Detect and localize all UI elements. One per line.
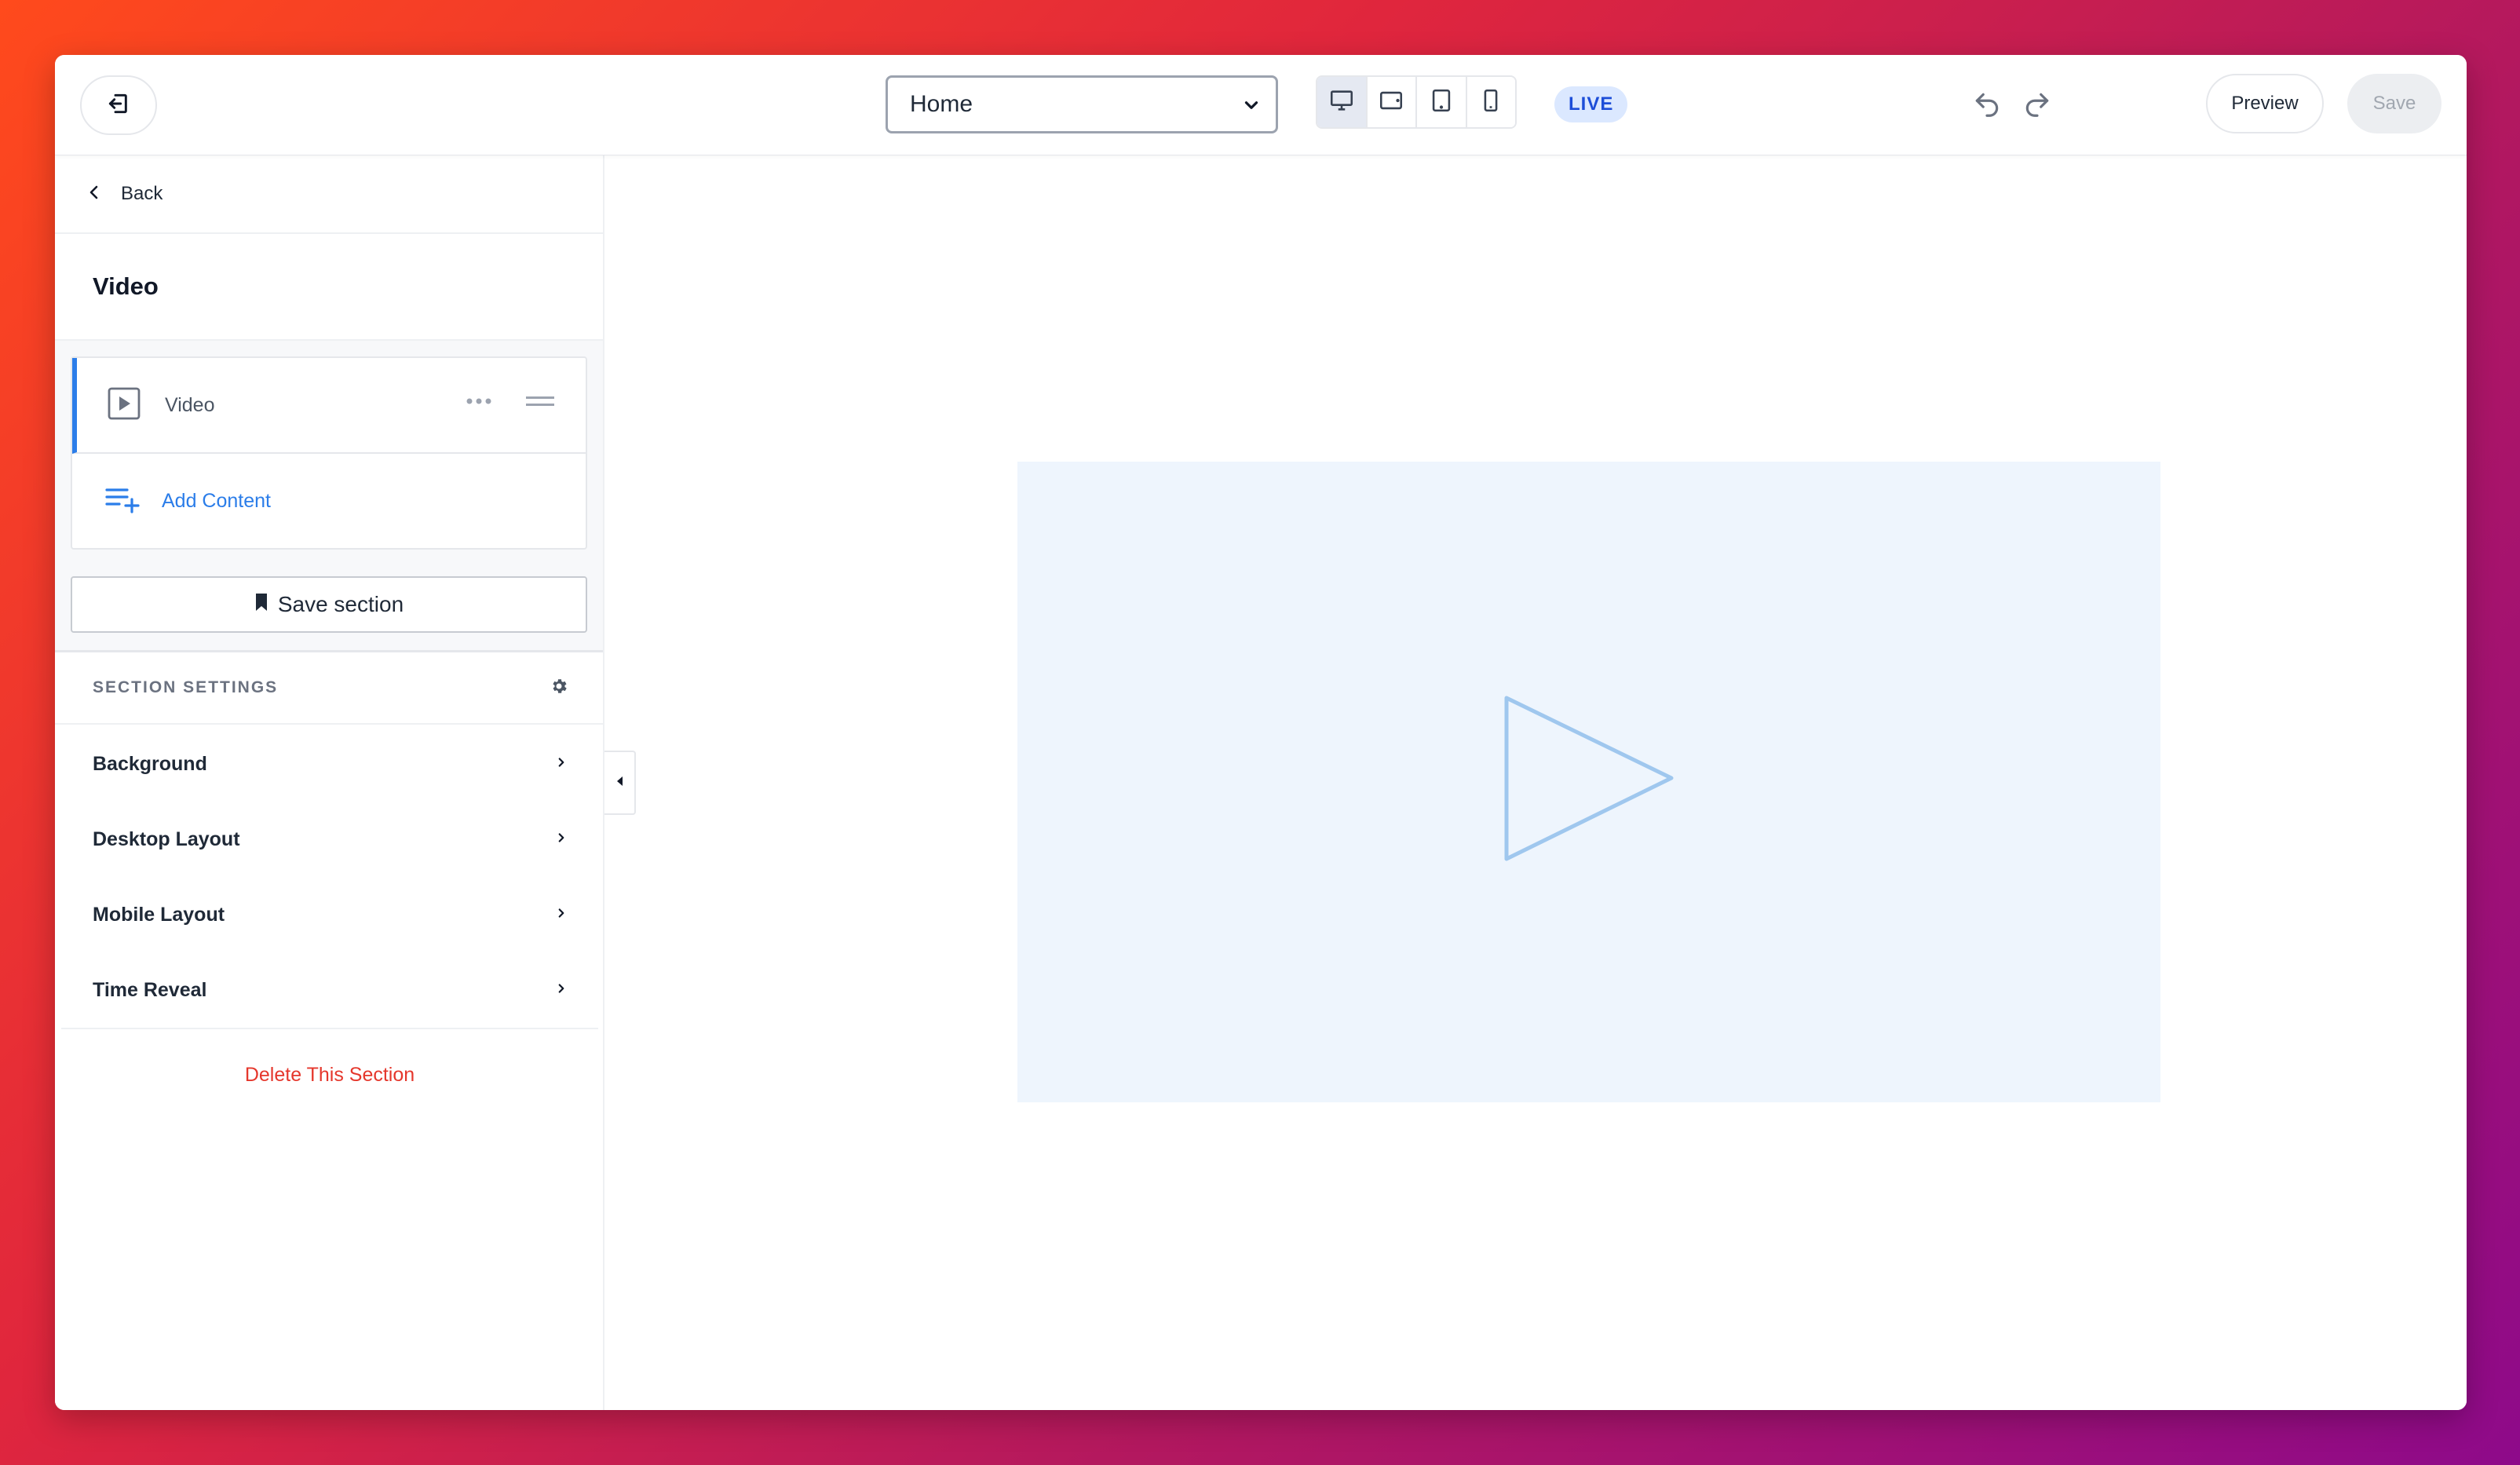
undo-button[interactable] bbox=[1972, 90, 2002, 123]
page-select-value: Home bbox=[910, 91, 973, 117]
tablet-portrait-icon bbox=[1428, 87, 1455, 118]
delete-section-row: Delete This Section bbox=[61, 1028, 598, 1120]
section-editor-sidebar: Back Video Video Add Content Save sectio… bbox=[55, 155, 604, 1410]
content-item-video[interactable]: Video bbox=[72, 358, 586, 454]
setting-label: Mobile Layout bbox=[93, 903, 225, 926]
chevron-right-icon bbox=[554, 755, 568, 773]
playlist-add-icon bbox=[105, 485, 140, 517]
bookmark-icon bbox=[254, 592, 278, 617]
back-button[interactable]: Back bbox=[55, 155, 603, 234]
page-select[interactable]: Home bbox=[886, 75, 1278, 133]
setting-label: Desktop Layout bbox=[93, 827, 240, 850]
page-canvas bbox=[606, 155, 2467, 1410]
exit-icon bbox=[106, 91, 131, 120]
chevron-down-icon bbox=[1241, 95, 1262, 122]
desktop-icon bbox=[1328, 87, 1355, 118]
section-title: Video bbox=[93, 272, 159, 300]
section-title-row: Video bbox=[55, 234, 603, 341]
chevron-left-icon bbox=[85, 183, 104, 206]
live-status-badge: LIVE bbox=[1554, 86, 1628, 122]
preview-button[interactable]: Preview bbox=[2206, 74, 2324, 133]
section-content-area: Video Add Content Save section bbox=[55, 341, 603, 652]
chevron-right-icon bbox=[554, 981, 568, 999]
tablet-portrait-view-button[interactable] bbox=[1417, 77, 1467, 127]
top-toolbar: Home LIVE Preview Save bbox=[55, 55, 2467, 155]
setting-label: Time Reveal bbox=[93, 978, 207, 1001]
delete-section-button[interactable]: Delete This Section bbox=[245, 1064, 415, 1087]
content-list: Video Add Content bbox=[71, 356, 587, 550]
setting-label: Background bbox=[93, 752, 207, 775]
save-section-label: Save section bbox=[277, 592, 404, 616]
more-options-icon[interactable] bbox=[465, 396, 493, 410]
device-switcher bbox=[1316, 75, 1517, 129]
chevron-right-icon bbox=[554, 906, 568, 924]
editor-window: Home LIVE Preview Save Back Video Video … bbox=[55, 55, 2467, 1410]
exit-editor-button[interactable] bbox=[80, 75, 157, 135]
setting-background[interactable]: Background bbox=[55, 726, 603, 802]
setting-time-reveal[interactable]: Time Reveal bbox=[55, 952, 603, 1028]
caret-left-icon bbox=[615, 775, 624, 791]
content-item-label: Video bbox=[165, 393, 215, 416]
save-button[interactable]: Save bbox=[2347, 74, 2441, 133]
play-triangle-icon bbox=[1503, 694, 1675, 871]
add-content-label: Add Content bbox=[162, 489, 271, 512]
setting-mobile-layout[interactable]: Mobile Layout bbox=[55, 877, 603, 952]
chevron-right-icon bbox=[554, 831, 568, 849]
redo-icon bbox=[2022, 93, 2052, 122]
add-content-button[interactable]: Add Content bbox=[72, 454, 586, 548]
back-label: Back bbox=[121, 183, 163, 204]
gear-icon[interactable] bbox=[550, 677, 568, 700]
video-play-icon bbox=[105, 385, 143, 426]
mobile-view-button[interactable] bbox=[1466, 77, 1515, 127]
desktop-view-button[interactable] bbox=[1317, 77, 1368, 127]
video-placeholder[interactable] bbox=[1017, 462, 2160, 1102]
section-settings-label: SECTION SETTINGS bbox=[93, 678, 279, 696]
setting-desktop-layout[interactable]: Desktop Layout bbox=[55, 802, 603, 877]
tablet-landscape-view-button[interactable] bbox=[1367, 77, 1417, 127]
collapse-sidebar-button[interactable] bbox=[604, 751, 636, 815]
tablet-landscape-icon bbox=[1378, 87, 1404, 118]
drag-handle-icon[interactable] bbox=[526, 396, 554, 411]
section-settings-header: SECTION SETTINGS bbox=[55, 652, 603, 725]
mobile-icon bbox=[1477, 87, 1504, 118]
redo-button[interactable] bbox=[2022, 90, 2052, 123]
save-section-button[interactable]: Save section bbox=[71, 576, 587, 633]
undo-icon bbox=[1972, 93, 2002, 122]
